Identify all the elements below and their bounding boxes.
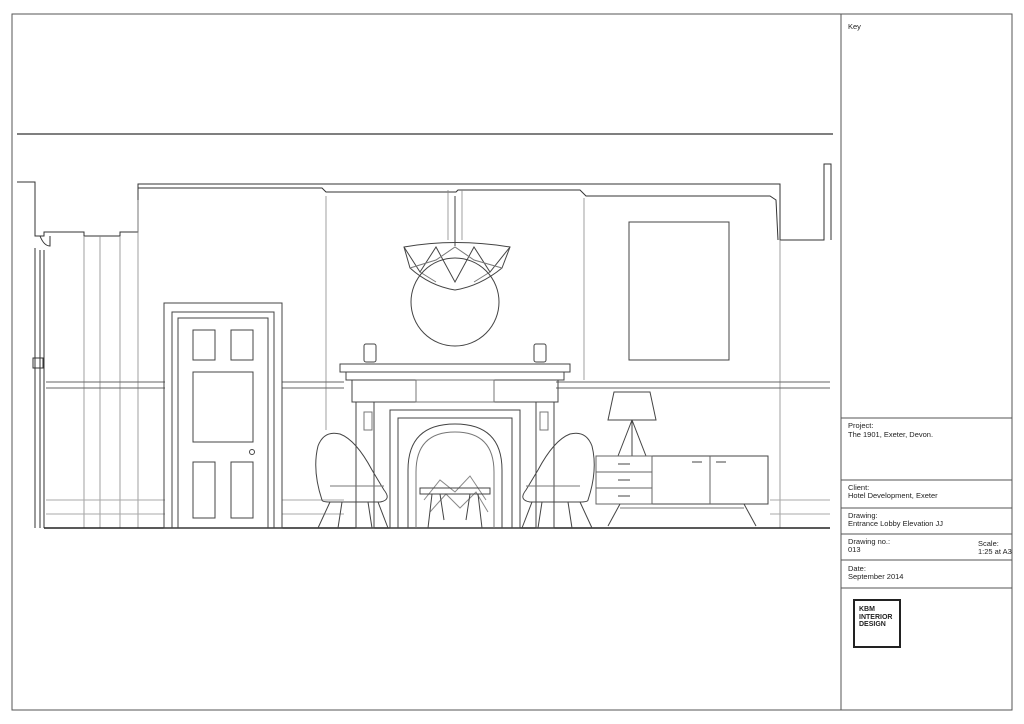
- table-lamp: [607, 391, 657, 457]
- ceiling-cornice: [17, 133, 833, 528]
- project-value: The 1901, Exeter, Devon.: [848, 430, 934, 439]
- wall-panelling: [83, 190, 781, 528]
- round-mirror: [410, 257, 500, 347]
- sideboard: [595, 455, 769, 527]
- door: [163, 302, 283, 529]
- drawing-value: Entrance Lobby Elevation JJ: [848, 519, 944, 528]
- fireplace: [339, 343, 571, 529]
- kbm-logo: KBM INTERIOR DESIGN: [853, 599, 901, 648]
- coffee-table: [419, 487, 491, 529]
- logo-line-1: KBM: [859, 606, 875, 613]
- logo-line-2: INTERIOR: [859, 613, 893, 621]
- client-value: Hotel Development, Exeter: [848, 491, 938, 500]
- project-label: Project:: [848, 421, 874, 430]
- key-label: Key: [848, 22, 861, 31]
- logo-text: KBM INTERIOR DESIGN: [859, 606, 892, 629]
- logo-line-3: DESIGN: [859, 621, 886, 628]
- scale-value: 1:25 at A3: [978, 547, 1012, 556]
- right-armchair: [521, 432, 595, 529]
- drawing-number-value: 013: [848, 545, 861, 554]
- wall-artwork: [628, 221, 730, 361]
- date-value: September 2014: [848, 572, 904, 581]
